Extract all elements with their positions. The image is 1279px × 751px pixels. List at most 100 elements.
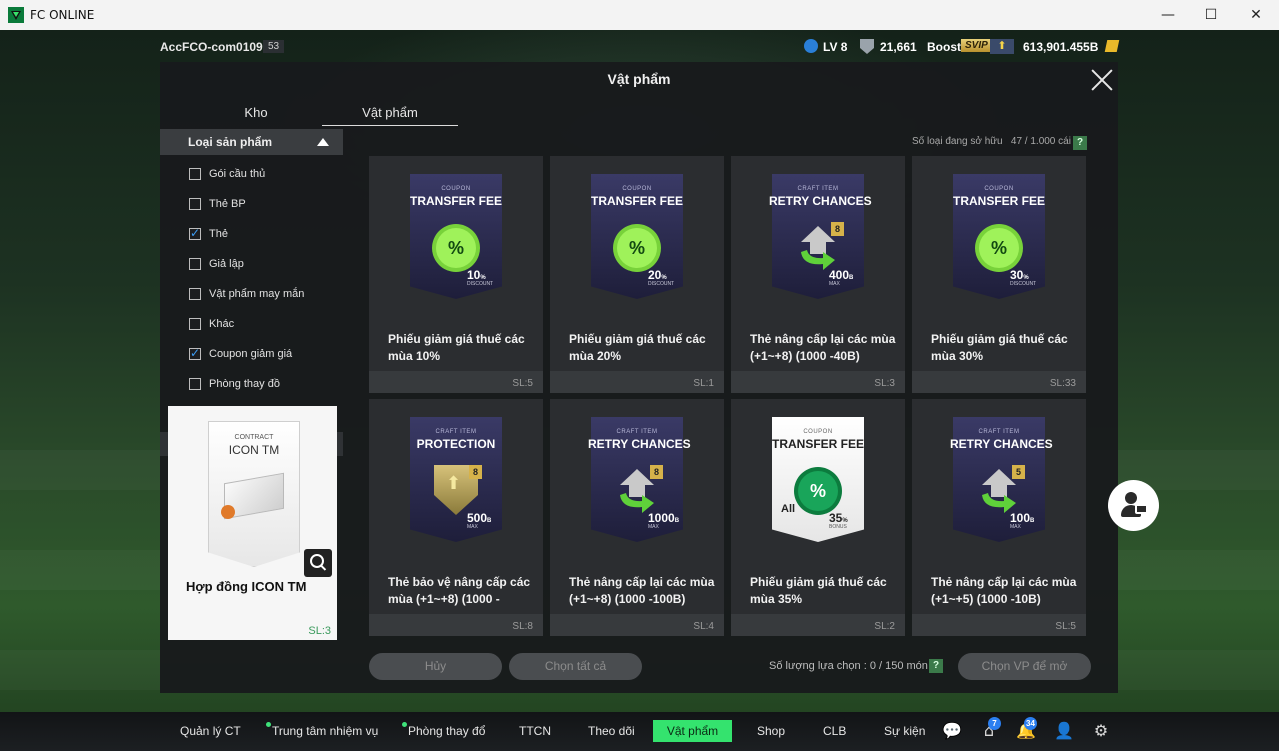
nav-item[interactable]: Shop <box>757 724 785 738</box>
filter-label: Vật phẩm may mắn <box>209 288 305 300</box>
item-qty: SL:33 <box>1049 378 1076 389</box>
item-card[interactable]: CRAFT ITEM RETRY CHANCES 8 1000B MAX Thẻ nâng… <box>550 399 724 636</box>
item-name: Thẻ nâng cấp lại các mùa (+1~+8) (1000 -… <box>750 332 896 363</box>
filter-label: Thẻ <box>209 228 228 240</box>
item-value-note: DISCOUNT <box>648 281 675 287</box>
item-name: Thẻ nâng cấp lại các mùa (+1~+5) (1000 -… <box>931 575 1077 606</box>
item-value: 400B <box>829 268 854 282</box>
selection-count: Số lượng lựa chọn : 0 / 150 món <box>769 660 928 672</box>
cancel-button[interactable]: Hủy <box>369 653 502 680</box>
owned-label: Số loại đang sở hữu <box>912 136 1003 147</box>
item-card[interactable]: COUPON TRANSFER FEE% All 35% BONUS Phiếu giảm… <box>731 399 905 636</box>
owned-types-counter: Số loại đang sở hữu 47 / 1.000 cái <box>912 136 1071 147</box>
tier-badge: 5 <box>1012 465 1025 479</box>
checkbox[interactable] <box>189 346 201 360</box>
level-icon <box>804 39 818 53</box>
percent-coupon-icon: % <box>798 471 838 511</box>
chat-icon[interactable]: 💬 <box>942 722 962 740</box>
friend-chat-button[interactable] <box>1108 480 1159 531</box>
owned-value: 47 / 1.000 cái <box>1010 136 1071 147</box>
item-art-title: RETRY CHANCES <box>950 437 1053 451</box>
tier-badge: 8 <box>469 465 482 479</box>
close-icon[interactable] <box>1090 68 1114 92</box>
bell-badge: 34 <box>1024 717 1037 730</box>
window-titlebar: FC ONLINE — ☐ ✕ <box>0 0 1279 30</box>
status-bar: AccFCO-com0109c 53 LV 8 21,661 Boost SVI… <box>0 36 1279 58</box>
item-qty: SL:3 <box>874 378 895 389</box>
selection-help-icon[interactable]: ? <box>929 659 943 673</box>
tab-kho[interactable]: Kho <box>172 104 340 126</box>
nav-item[interactable]: Sự kiện <box>884 724 925 738</box>
owned-help-icon[interactable]: ? <box>1073 136 1087 150</box>
minimize-button[interactable]: — <box>1145 0 1191 30</box>
checkbox[interactable] <box>189 258 201 270</box>
item-qty: SL:5 <box>512 378 533 389</box>
item-card[interactable]: CRAFT ITEM RETRY CHANCES 5 100B MAX Thẻ nâng … <box>912 399 1086 636</box>
nav-item[interactable]: Phòng thay đổ <box>402 722 485 738</box>
maximize-button[interactable]: ☐ <box>1188 0 1234 30</box>
select-all-button[interactable]: Chọn tất cả <box>509 653 642 680</box>
boost-label: Boost <box>927 40 961 54</box>
item-value-note: MAX <box>829 281 840 287</box>
item-value-note: MAX <box>1010 524 1021 530</box>
nav-item-label: CLB <box>823 724 847 738</box>
item-art-title: TRANSFER FEE <box>409 194 502 208</box>
item-value: 35% <box>829 511 848 525</box>
nav-item[interactable]: Theo dõi <box>588 724 635 738</box>
tab-vat-pham[interactable]: Vật phẩm <box>322 104 458 126</box>
filter-header[interactable]: Loại sản phẩm <box>160 129 343 155</box>
item-card[interactable]: COUPON TRANSFER FEE% 20% DISCOUNT Phiếu giảm… <box>550 156 724 393</box>
item-art-title: TRANSFER FEE <box>771 437 864 451</box>
points-shield-icon <box>860 39 874 54</box>
checkbox[interactable] <box>189 288 201 300</box>
level-text: LV 8 <box>823 40 848 54</box>
checkbox[interactable] <box>189 198 201 210</box>
item-qty: SL:2 <box>874 621 895 632</box>
filter-label: Phòng thay đồ <box>209 378 280 390</box>
item-card[interactable]: COUPON TRANSFER FEE% 30% DISCOUNT Phiếu giảm… <box>912 156 1086 393</box>
checkbox[interactable] <box>189 318 201 330</box>
item-value-note: BONUS <box>829 524 847 530</box>
nav-item[interactable]: Quản lý CT <box>180 724 241 738</box>
item-card[interactable]: CRAFT ITEM RETRY CHANCES 8 400B MAX Thẻ nâng … <box>731 156 905 393</box>
item-art-top: COUPON <box>984 186 1014 192</box>
item-card[interactable]: CRAFT ITEM PROTECTION 8 500BMAX Thẻ bảo vệ n… <box>369 399 543 636</box>
collapse-triangle-icon <box>317 138 329 146</box>
open-items-button[interactable]: Chọn VP để mở <box>958 653 1091 680</box>
modal-title: Vật phẩm <box>607 71 671 87</box>
item-art-top: CRAFT ITEM <box>435 429 477 435</box>
item-name: Phiếu giảm giá thuế các mùa 20% <box>569 332 706 363</box>
item-value: 10% <box>467 268 486 282</box>
item-art-top: CRAFT ITEM <box>978 429 1020 435</box>
notification-dot <box>402 722 407 727</box>
home-badge: 7 <box>988 717 1001 730</box>
item-art-top: CRAFT ITEM <box>616 429 658 435</box>
nav-item[interactable]: CLB <box>823 724 846 738</box>
nav-item-label: Trung tâm nhiệm vụ <box>272 724 379 738</box>
boost-up-icon[interactable]: ⬆ <box>990 39 1014 54</box>
checkbox[interactable] <box>189 378 201 390</box>
percent-coupon-icon: % <box>979 228 1019 268</box>
preview-card-title: ICON TM <box>228 443 280 457</box>
item-value: 1000B <box>648 511 680 525</box>
item-preview-panel: CONTRACT ICON TM Hợp đồng ICON TM SL:3 <box>168 406 337 640</box>
checkbox[interactable] <box>189 168 201 180</box>
zoom-magnifier-icon[interactable] <box>304 549 332 577</box>
checkbox[interactable] <box>189 226 201 240</box>
nav-item-vat-pham[interactable]: Vật phẩm <box>653 720 732 742</box>
settings-gear-icon[interactable]: ⚙ <box>1091 722 1111 740</box>
notification-dot <box>266 722 271 727</box>
nav-item[interactable]: TTCN <box>519 724 551 738</box>
item-value-note: MAX <box>467 524 478 530</box>
profile-icon[interactable]: 👤 <box>1054 722 1074 740</box>
nav-item[interactable]: Trung tâm nhiệm vụ <box>266 722 379 738</box>
item-qty: SL:1 <box>693 378 714 389</box>
item-art-top: CRAFT ITEM <box>797 186 839 192</box>
nav-item-label: Sự kiện <box>884 724 926 738</box>
close-window-button[interactable]: ✕ <box>1233 0 1279 30</box>
filter-label: Giả lập <box>209 258 244 270</box>
tier-badge: 8 <box>831 222 844 236</box>
item-card[interactable]: COUPON TRANSFER FEE% 10% DISCOUNT Phiếu giảm… <box>369 156 543 393</box>
item-name: Thẻ bảo vệ nâng cấp các mùa (+1~+8) (100… <box>388 575 531 606</box>
item-name: Phiếu giảm giá thuế các mùa 10% <box>388 332 525 363</box>
